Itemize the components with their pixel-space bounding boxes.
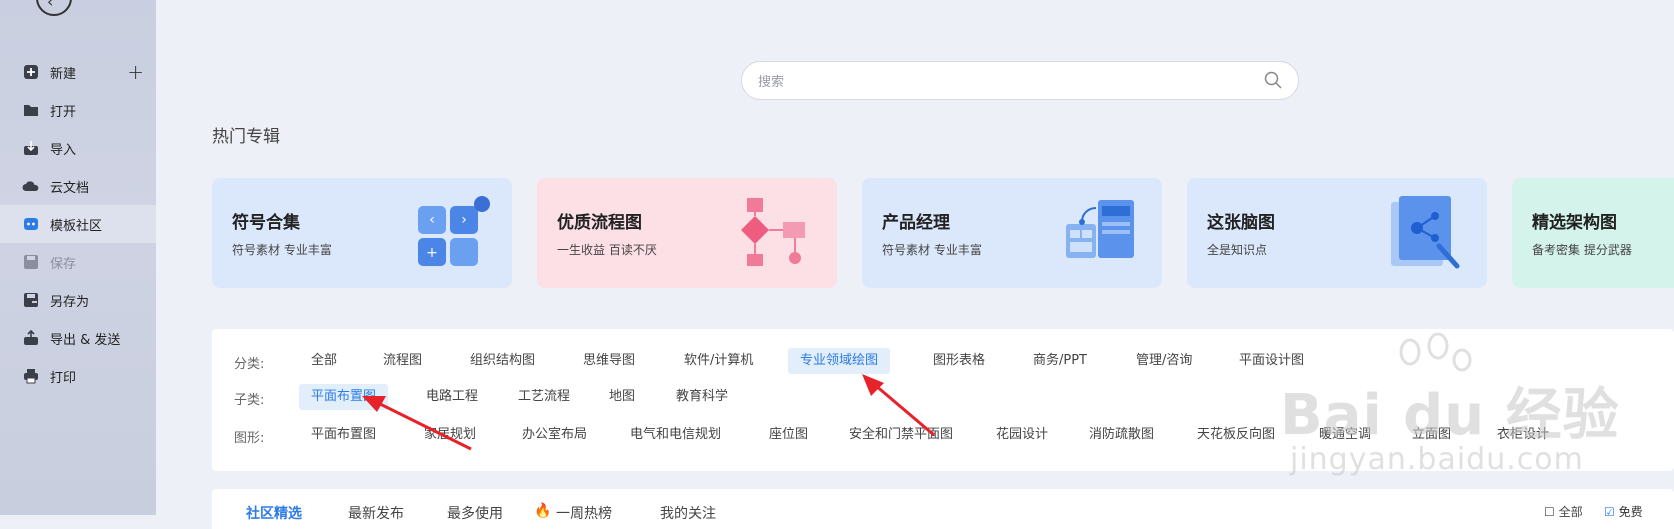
sidebar-item-print[interactable]: 打印 xyxy=(0,357,156,395)
tab-following[interactable]: 我的关注 xyxy=(660,503,716,523)
category-chip[interactable]: 软件/计算机 xyxy=(672,348,765,374)
subcategory-chip[interactable]: 地图 xyxy=(597,384,647,410)
sidebar-item-save-as[interactable]: 另存为 xyxy=(0,281,156,319)
shape-label: 图形: xyxy=(234,431,265,446)
album-card-symbols[interactable]: 符号合集 符号素材 专业丰富 ‹ › + xyxy=(212,178,512,288)
svg-text:‹: ‹ xyxy=(429,212,435,228)
printer-icon xyxy=(22,367,40,385)
shape-chip[interactable]: 电气和电信规划 xyxy=(618,422,733,448)
fire-icon: 🔥 xyxy=(534,503,552,519)
card-subtitle: 备考密集 提分武器 xyxy=(1532,243,1632,257)
plus-square-icon xyxy=(22,63,40,81)
subcategory-chip[interactable]: 工艺流程 xyxy=(506,384,582,410)
sidebar-item-new[interactable]: 新建 + xyxy=(0,53,156,91)
shape-chip[interactable]: 办公室布局 xyxy=(510,422,599,448)
search-input[interactable] xyxy=(756,70,1240,94)
tab-community-picks[interactable]: 社区精选 xyxy=(246,503,302,523)
category-chip[interactable]: 流程图 xyxy=(371,348,434,374)
category-chip[interactable]: 图形表格 xyxy=(921,348,997,374)
tab-weekly-hot[interactable]: 一周热榜 xyxy=(556,503,612,523)
sidebar-item-save[interactable]: 保存 xyxy=(0,243,156,281)
category-chip[interactable]: 管理/咨询 xyxy=(1124,348,1204,374)
sidebar-item-label: 模板社区 xyxy=(50,218,103,234)
filter-all-label: 全部 xyxy=(1558,505,1583,519)
shape-chip[interactable]: 安全和门禁平面图 xyxy=(837,422,965,448)
save-icon xyxy=(22,253,40,271)
album-card-mindmap[interactable]: 这张脑图 全是知识点 xyxy=(1187,178,1487,288)
search-box[interactable] xyxy=(741,61,1299,100)
card-title: 这张脑图 xyxy=(1207,213,1275,233)
shape-chip[interactable]: 平面布置图 xyxy=(299,422,388,448)
shape-chip[interactable]: 天花板反向图 xyxy=(1185,422,1287,448)
chevron-left-icon: ‹ xyxy=(47,0,54,11)
category-chip[interactable]: 组织结构图 xyxy=(458,348,547,374)
sidebar-item-label: 打开 xyxy=(50,104,77,120)
card-subtitle: 符号素材 专业丰富 xyxy=(882,243,982,257)
card-subtitle: 符号素材 专业丰富 xyxy=(232,243,332,257)
watermark-brand: Bai du 经验 xyxy=(1280,383,1620,448)
shape-chip[interactable]: 花园设计 xyxy=(984,422,1060,448)
sidebar-item-cloud[interactable]: 云文档 xyxy=(0,167,156,205)
filter-free-label: 免费 xyxy=(1618,505,1643,519)
card-title: 优质流程图 xyxy=(557,213,642,233)
sidebar-item-label: 保存 xyxy=(50,256,77,272)
section-title: 热门专辑 xyxy=(212,127,280,147)
category-label: 分类: xyxy=(234,357,265,372)
shape-chip[interactable]: 消防疏散图 xyxy=(1077,422,1166,448)
import-icon xyxy=(22,139,40,157)
sidebar-item-template-community[interactable]: 模板社区 xyxy=(0,205,156,243)
sidebar-item-label: 导出 & 发送 xyxy=(50,332,121,348)
svg-text:›: › xyxy=(461,212,467,228)
card-title: 符号合集 xyxy=(232,213,300,233)
symbols-illustration: ‹ › + xyxy=(412,194,492,278)
filter-free-checkbox[interactable]: ☑ 免费 xyxy=(1604,503,1643,520)
cloud-icon xyxy=(22,177,40,195)
sidebar-item-open[interactable]: 打开 xyxy=(0,91,156,129)
sidebar-item-import[interactable]: 导入 xyxy=(0,129,156,167)
card-subtitle: 全是知识点 xyxy=(1207,243,1268,257)
filter-all-checkbox[interactable]: ☐ 全部 xyxy=(1544,503,1583,520)
sidebar-item-label: 云文档 xyxy=(50,180,90,196)
save-as-icon xyxy=(22,291,40,309)
sidebar-item-label: 导入 xyxy=(50,142,77,158)
watermark-url: jingyan.baidu.com xyxy=(1290,442,1584,477)
card-subtitle: 一生收益 百读不厌 xyxy=(557,243,657,257)
product-illustration xyxy=(1062,194,1142,278)
subcategory-chip[interactable]: 教育科学 xyxy=(664,384,740,410)
shape-chip[interactable]: 座位图 xyxy=(757,422,820,448)
tab-most-used[interactable]: 最多使用 xyxy=(447,503,503,523)
album-card-product-manager[interactable]: 产品经理 符号素材 专业丰富 xyxy=(862,178,1162,288)
category-chip-selected[interactable]: 专业领域绘图 xyxy=(788,348,891,374)
sidebar-item-export[interactable]: 导出 & 发送 xyxy=(0,319,156,357)
subcategory-chip[interactable]: 电路工程 xyxy=(414,384,490,410)
card-title: 产品经理 xyxy=(882,213,950,233)
category-chip[interactable]: 全部 xyxy=(299,348,349,374)
mindmap-illustration xyxy=(1387,194,1467,278)
export-icon xyxy=(22,329,40,347)
community-icon xyxy=(22,215,40,233)
sidebar-item-label: 新建 xyxy=(50,66,77,82)
tab-latest[interactable]: 最新发布 xyxy=(348,503,404,523)
svg-text:+: + xyxy=(426,245,438,261)
category-chip[interactable]: 商务/PPT xyxy=(1021,348,1099,374)
sidebar: ‹ 新建 + 打开 导入 云文档 模板社区 保存 另存为 导出 & 发送 打印 xyxy=(0,0,156,515)
subcategory-label: 子类: xyxy=(234,393,265,408)
album-card-architecture[interactable]: 精选架构图 备考密集 提分武器 xyxy=(1512,178,1674,288)
add-icon[interactable]: + xyxy=(127,60,144,84)
shape-chip[interactable]: 家居规划 xyxy=(412,422,488,448)
album-card-flowchart[interactable]: 优质流程图 一生收益 百读不厌 xyxy=(537,178,837,288)
back-button[interactable]: ‹ xyxy=(36,0,72,16)
subcategory-chip-selected[interactable]: 平面布置图 xyxy=(299,384,389,410)
flowchart-illustration xyxy=(737,194,817,278)
community-tabs: 社区精选 最新发布 最多使用 🔥 一周热榜 我的关注 ☐ 全部 ☑ 免费 xyxy=(212,489,1674,529)
sidebar-item-label: 另存为 xyxy=(50,294,90,310)
folder-icon xyxy=(22,101,40,119)
card-title: 精选架构图 xyxy=(1532,213,1617,233)
search-icon[interactable] xyxy=(1264,71,1282,93)
category-chip[interactable]: 思维导图 xyxy=(571,348,647,374)
sidebar-item-label: 打印 xyxy=(50,370,77,386)
